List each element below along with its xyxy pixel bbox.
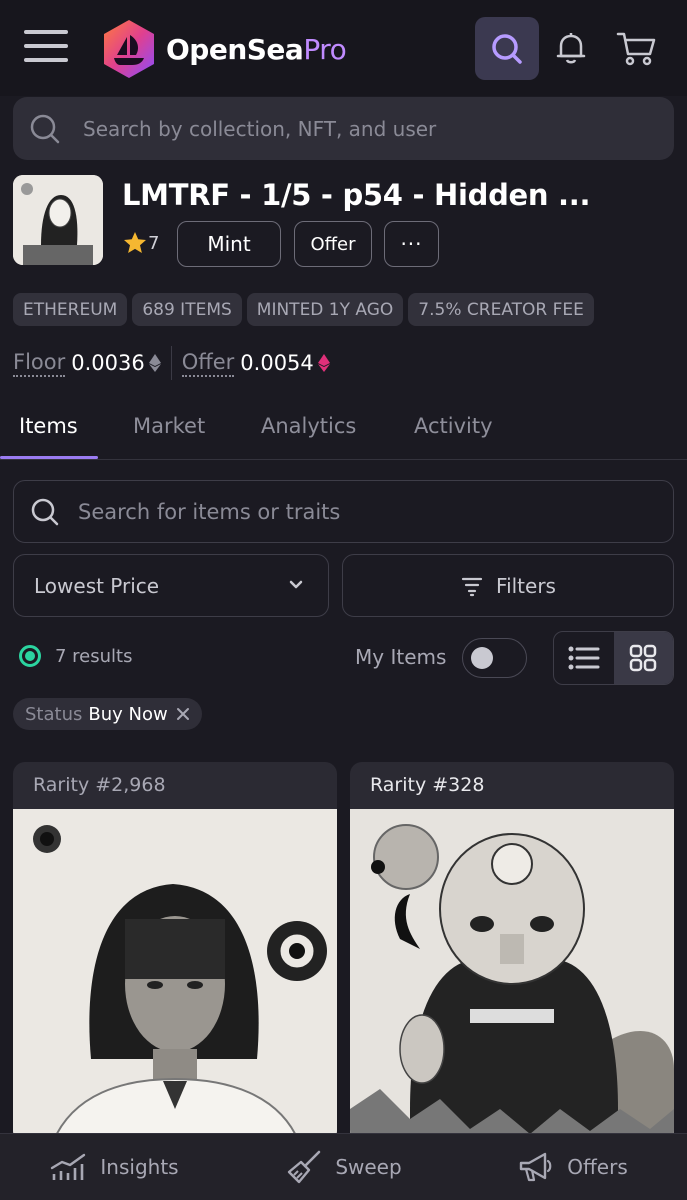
filters-button[interactable]: Filters [342,554,674,617]
floor-label[interactable]: Floor [13,350,66,377]
items-count-chip: 689 ITEMS [132,293,242,326]
eth-icon [148,354,161,372]
tab-market[interactable]: Market [133,414,205,438]
tab-items[interactable]: Items [19,414,78,438]
items-search-input[interactable] [78,499,638,524]
collection-info-chips: ETHEREUM 689 ITEMS MINTED 1Y AGO 7.5% CR… [13,293,594,326]
nft-card[interactable]: Rarity #2,968 [13,762,337,1142]
nft-artwork-image [350,809,674,1142]
items-search-bar[interactable] [13,480,674,543]
stats-divider [170,346,172,380]
sort-dropdown[interactable]: Lowest Price [13,554,329,617]
bottom-nav: Insights Sweep Offers [0,1133,687,1200]
opensea-logo-icon [104,20,154,78]
my-items-label: My Items [355,645,447,669]
global-search-input[interactable] [83,116,643,141]
search-icon [30,114,60,143]
my-items-toggle[interactable] [462,638,527,678]
opensea-pro-logo[interactable]: OpenSeaPro [98,18,347,80]
active-tab-indicator [0,456,98,459]
weth-icon [317,354,330,372]
status-filter-key: Status [25,703,83,725]
bottom-nav-sweep-label: Sweep [335,1155,402,1179]
minted-age-chip: MINTED 1Y AGO [246,293,404,326]
offer-value: 0.0054 [240,351,314,375]
creator-fee-chip: 7.5% CREATOR FEE [408,293,594,326]
favorite-count-value: 7 [148,232,160,254]
results-count: 7 results [19,645,132,667]
tab-analytics[interactable]: Analytics [261,414,356,438]
close-icon[interactable] [176,707,190,721]
make-offer-button[interactable]: Offer [294,221,372,267]
bell-icon[interactable] [551,28,591,68]
search-button[interactable] [475,17,539,80]
chain-chip: ETHEREUM [13,293,128,326]
filter-icon [461,577,483,596]
collection-title: LMTRF - 1/5 - p54 - Hidden ... [122,178,591,212]
bottom-nav-offers-label: Offers [567,1155,628,1179]
bottom-nav-sweep[interactable]: Sweep [229,1134,458,1200]
insights-chart-icon [51,1153,86,1180]
collection-avatar-image [13,175,103,265]
nft-artwork-image [13,809,337,1142]
collection-tabs: Items Market Analytics Activity [0,400,687,460]
search-icon [492,33,522,64]
chevron-down-icon [289,580,303,589]
list-view-button[interactable] [554,632,614,684]
bottom-nav-offers[interactable]: Offers [458,1134,687,1200]
star-icon [124,232,146,253]
price-stats: Floor 0.0036 Offer 0.0054 [13,346,330,380]
cart-icon[interactable] [614,28,658,68]
megaphone-icon [520,1152,552,1182]
more-options-button[interactable]: ··· [384,221,439,267]
tab-activity[interactable]: Activity [414,414,493,438]
bottom-nav-insights-label: Insights [100,1155,179,1179]
sort-value: Lowest Price [34,573,160,598]
rarity-label: Rarity #328 [370,774,485,796]
rarity-label: Rarity #2,968 [33,774,166,796]
mint-button[interactable]: Mint [177,221,281,267]
favorite-count[interactable]: 7 [122,230,159,256]
grid-view-icon [630,644,657,672]
search-icon [31,498,59,525]
filters-label: Filters [496,573,556,598]
top-bar: OpenSeaPro [0,0,687,96]
offer-label[interactable]: Offer [181,350,235,377]
broom-icon [288,1150,321,1184]
nft-card[interactable]: Rarity #328 [350,762,674,1142]
global-search-bar[interactable] [13,97,674,160]
view-mode-switch [553,631,674,685]
grid-view-button[interactable] [613,632,673,684]
menu-icon[interactable] [24,30,68,66]
results-text: 7 results [55,645,133,667]
floor-value: 0.0036 [71,351,145,375]
status-filter-chip[interactable]: Status Buy Now [13,698,202,730]
status-filter-value: Buy Now [88,703,168,725]
list-view-icon [568,646,600,670]
logo-text: OpenSeaPro [166,32,347,66]
collection-avatar [13,175,103,265]
live-indicator-icon [19,645,41,667]
bottom-nav-insights[interactable]: Insights [0,1134,229,1200]
